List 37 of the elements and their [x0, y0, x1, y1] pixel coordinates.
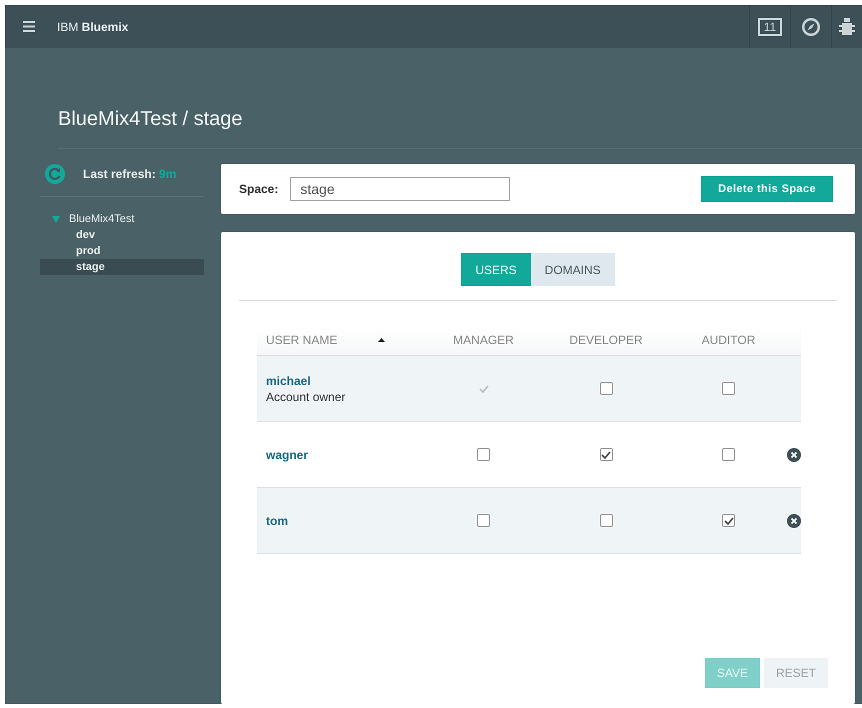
- page-title: BlueMix4Test / stage: [58, 108, 862, 149]
- role-checkbox[interactable]: [600, 514, 612, 527]
- role-checkbox[interactable]: [722, 448, 735, 461]
- tree-item[interactable]: BlueMix4Test: [40, 211, 204, 227]
- bug-icon[interactable]: [839, 16, 855, 36]
- user-name[interactable]: tom: [266, 514, 288, 528]
- user-name[interactable]: wagner: [266, 448, 308, 462]
- role-checkbox[interactable]: [722, 514, 735, 527]
- role-checkbox[interactable]: [600, 382, 612, 395]
- remove-icon[interactable]: [787, 514, 801, 528]
- column-header[interactable]: USER NAME: [266, 333, 338, 347]
- sort-ascending-icon[interactable]: [378, 338, 385, 342]
- tree-item[interactable]: stage: [40, 259, 204, 275]
- tab[interactable]: USERS: [461, 253, 531, 286]
- last-refresh-label: Last refresh: 9m: [83, 167, 176, 181]
- menu-icon[interactable]: [23, 21, 35, 32]
- user-name[interactable]: michael: [266, 374, 311, 388]
- role-checkbox[interactable]: [477, 448, 490, 461]
- refresh-icon[interactable]: [45, 164, 65, 184]
- column-header[interactable]: MANAGER: [453, 333, 514, 347]
- calendar-icon[interactable]: 11: [758, 18, 782, 36]
- user-note: Account owner: [266, 390, 346, 404]
- role-checkbox[interactable]: [477, 514, 490, 527]
- column-header[interactable]: DEVELOPER: [569, 333, 643, 347]
- tree-item[interactable]: prod: [40, 243, 204, 259]
- expand-triangle-icon[interactable]: [52, 216, 60, 222]
- role-checkbox[interactable]: [600, 448, 612, 461]
- brand-name[interactable]: IBM Bluemix: [57, 20, 128, 34]
- compass-icon[interactable]: [801, 16, 821, 36]
- role-checkbox[interactable]: [722, 382, 735, 395]
- tree-item[interactable]: dev: [40, 227, 204, 243]
- space-label: Space:: [239, 182, 278, 196]
- delete-space-button[interactable]: Delete this Space: [701, 176, 833, 202]
- column-header[interactable]: AUDITOR: [702, 333, 756, 347]
- remove-icon[interactable]: [787, 448, 801, 462]
- tab[interactable]: DOMAINS: [530, 253, 615, 286]
- space-name-field[interactable]: stage: [290, 177, 510, 201]
